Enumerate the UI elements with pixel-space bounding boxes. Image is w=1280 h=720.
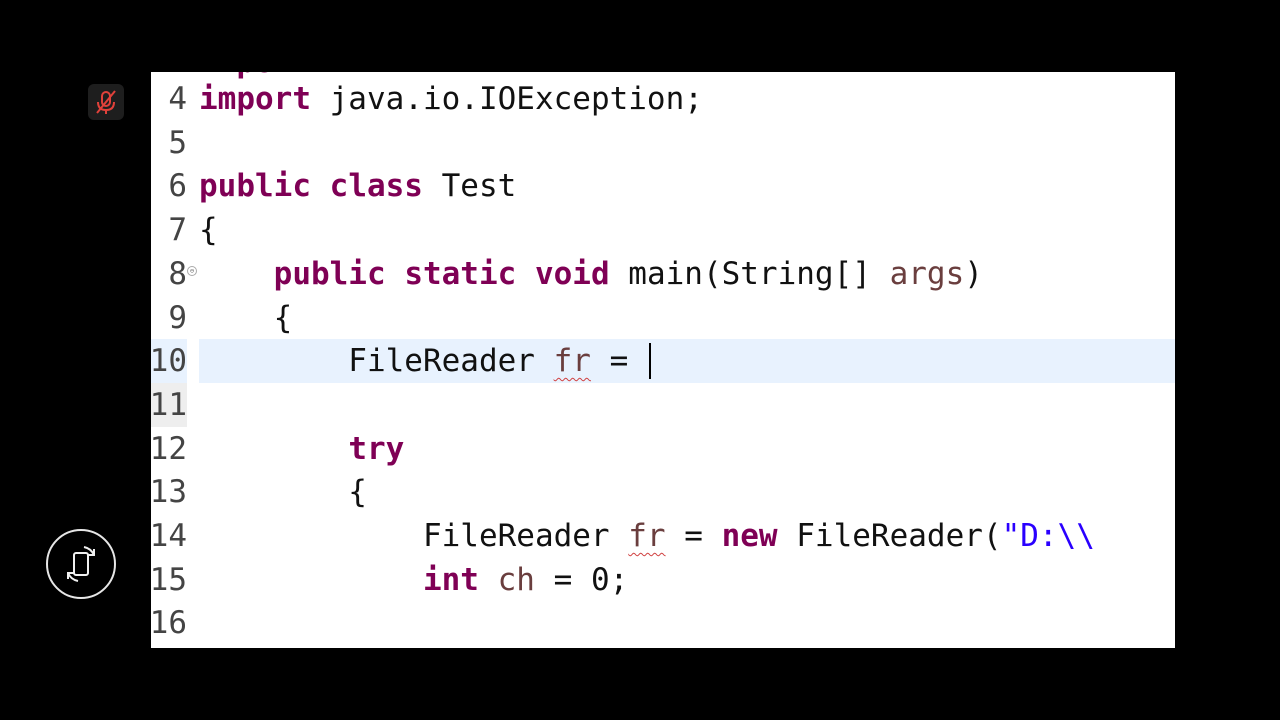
line-number: 4 xyxy=(168,81,187,117)
code-token: { xyxy=(199,474,367,511)
line-number: 13 xyxy=(151,474,187,511)
line-number: 14 xyxy=(151,518,187,554)
line-number: 10 xyxy=(151,343,187,380)
code-line[interactable]: 14 FileReader fr = new FileReader("D:\\ xyxy=(151,514,1175,558)
fold-toggle-icon[interactable]: ⊖ xyxy=(187,265,197,276)
code-token: class xyxy=(329,168,423,205)
code-line[interactable]: 13 { xyxy=(151,470,1175,514)
code-token: fr xyxy=(628,518,666,554)
line-number: 15 xyxy=(151,561,187,598)
code-token: Test xyxy=(422,168,517,205)
mic-muted-icon xyxy=(96,90,116,114)
code-text[interactable]: import java.io.IOException; xyxy=(199,83,703,115)
line-number: 16 xyxy=(151,605,187,642)
code-token: FileReader xyxy=(199,343,554,380)
code-line[interactable]: 5 xyxy=(151,121,1175,165)
code-token: ch xyxy=(497,561,535,598)
code-line[interactable]: 4 import java.io.IOException; xyxy=(151,77,1175,121)
code-token: = xyxy=(590,343,647,380)
code-token: FileReader( xyxy=(777,518,1002,554)
code-token: public xyxy=(199,168,311,205)
text-caret xyxy=(649,343,651,380)
line-number: 8 xyxy=(168,255,187,292)
code-line[interactable]: 10 FileReader fr = xyxy=(151,339,1175,384)
code-token: = xyxy=(665,518,722,554)
code-token: java.io.IOException; xyxy=(310,81,703,117)
code-text[interactable]: FileReader fr = xyxy=(199,345,647,377)
code-token: static xyxy=(404,255,517,292)
code-token: int xyxy=(422,561,479,598)
code-text[interactable]: public class Test xyxy=(199,170,516,202)
code-line[interactable]: 8 ⊖ public static void main(String[] args… xyxy=(151,252,1175,296)
code-token: try xyxy=(348,430,405,467)
code-line[interactable]: 7{ xyxy=(151,208,1175,252)
line-number: 12 xyxy=(151,430,187,467)
line-number: 6 xyxy=(168,168,187,205)
code-line[interactable]: 12 try xyxy=(151,427,1175,471)
line-number: 11 xyxy=(151,386,187,423)
code-line[interactable]: 6 public class Test xyxy=(151,164,1175,208)
code-line[interactable]: 11 xyxy=(151,382,1175,427)
line-number: 5 xyxy=(168,124,187,161)
rotate-screen-icon xyxy=(67,546,95,582)
code-token: = 0; xyxy=(534,561,629,598)
code-text[interactable]: int ch = 0; xyxy=(199,564,628,596)
code-text[interactable]: { xyxy=(199,214,218,246)
code-text[interactable]: try xyxy=(199,433,404,465)
code-token: { xyxy=(199,299,293,336)
code-editor[interactable]: import 4 import java.io.IOException; 5 6 pub… xyxy=(151,72,1175,648)
code-text[interactable]: FileReader fr = new FileReader("D:\\ xyxy=(199,520,1095,552)
line-number: 7 xyxy=(168,212,187,249)
code-token: main(String[] xyxy=(609,255,890,292)
rotate-screen-button[interactable] xyxy=(46,529,116,599)
code-token: void xyxy=(534,255,610,292)
code-token: ) xyxy=(964,255,983,292)
code-token: args xyxy=(889,255,965,292)
code-token: fr xyxy=(553,343,591,380)
code-token: "D:\\ xyxy=(1001,518,1095,554)
code-token: import xyxy=(199,81,311,117)
code-text[interactable]: { xyxy=(199,299,293,336)
code-line[interactable]: 9 { xyxy=(151,296,1175,340)
code-token: new xyxy=(721,518,778,554)
mic-muted-button[interactable] xyxy=(88,84,124,120)
code-text[interactable]: { xyxy=(199,476,367,508)
code-text[interactable]: public static void main(String[] args) xyxy=(199,258,983,290)
code-line[interactable]: 15 int ch = 0; xyxy=(151,558,1175,602)
code-line[interactable]: 16 xyxy=(151,601,1175,645)
code-token: FileReader xyxy=(199,518,629,554)
code-token: public xyxy=(273,255,386,292)
code-token: { xyxy=(199,212,218,249)
line-number: 9 xyxy=(168,299,187,336)
